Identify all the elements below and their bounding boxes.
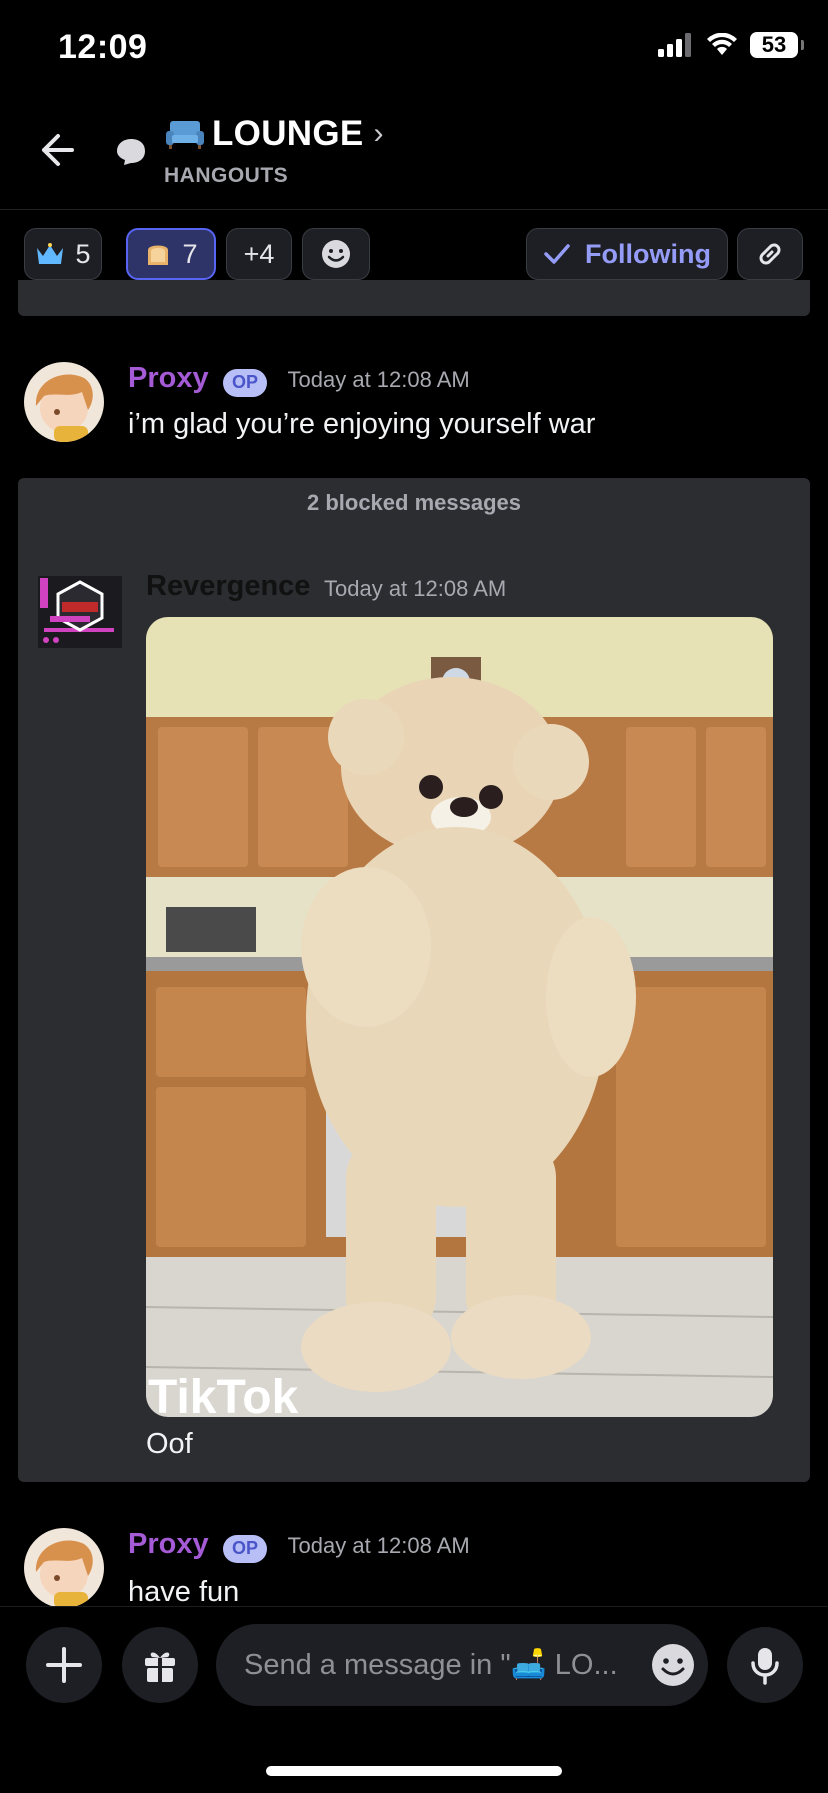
reaction-toast[interactable]: 7 (126, 228, 216, 280)
status-icons: 53 (658, 32, 804, 58)
message-timestamp: Today at 12:08 AM (287, 367, 470, 392)
wifi-icon (707, 33, 737, 55)
checkmark-icon (544, 244, 570, 264)
voice-message-button[interactable] (727, 1627, 803, 1703)
message-text[interactable]: i’m glad you’re enjoying yourself war (128, 408, 595, 441)
link-icon (759, 243, 781, 265)
author-name[interactable]: Proxy (128, 1528, 209, 1560)
toast-icon (148, 245, 169, 265)
plus-icon (46, 1647, 82, 1683)
microphone-icon (751, 1648, 779, 1685)
copy-link-button[interactable] (737, 228, 803, 280)
message-text[interactable]: Oof (146, 1428, 193, 1461)
emoji-icon[interactable] (650, 1642, 696, 1688)
more-reactions-chip[interactable]: +4 (226, 228, 292, 280)
avatar-image (38, 576, 122, 648)
more-reactions-label: +4 (243, 238, 275, 269)
blocked-messages-label[interactable]: 2 blocked messages (0, 490, 828, 516)
chevron-right-icon: › (373, 117, 384, 150)
avatar[interactable] (34, 572, 126, 652)
channel-title[interactable]: LOUNGE › (164, 114, 384, 154)
crown-icon (37, 243, 64, 264)
message-input-placeholder: Send a message in "🛋️ LO... (244, 1649, 618, 1681)
add-attachment-button[interactable] (26, 1627, 102, 1703)
gif-attachment[interactable]: TikTok (146, 617, 773, 1417)
message-header: Proxy OP Today at 12:08 AM (128, 362, 470, 397)
message-header: Proxy OP Today at 12:08 AM (128, 1528, 470, 1563)
reaction-crown[interactable]: 5 (24, 228, 102, 280)
channel-subtitle: HANGOUTS (164, 164, 289, 187)
following-label: Following (585, 238, 711, 269)
couch-icon (166, 121, 204, 149)
author-name[interactable]: Revergence (146, 570, 310, 603)
emoji-add-icon (322, 240, 350, 268)
dancing-bear-image: TikTok (146, 617, 773, 1417)
channel-name: LOUNGE (212, 114, 364, 153)
avatar-image (24, 1528, 104, 1608)
back-arrow-icon[interactable] (36, 130, 76, 170)
avatar[interactable] (24, 1528, 104, 1608)
op-badge: OP (223, 368, 268, 397)
reaction-count: 5 (75, 238, 91, 269)
message-timestamp: Today at 12:08 AM (287, 1533, 470, 1558)
add-reaction-button[interactable] (302, 228, 370, 280)
gift-icon (145, 1652, 175, 1682)
battery-icon: 53 (750, 32, 804, 58)
message-input[interactable]: Send a message in "🛋️ LO... (216, 1624, 708, 1706)
tiktok-watermark: TikTok (148, 1371, 299, 1417)
avatar-image (24, 362, 104, 442)
signal-icon (658, 33, 691, 57)
thread-icon (117, 139, 145, 165)
home-indicator (266, 1766, 562, 1776)
author-name[interactable]: Proxy (128, 362, 209, 394)
status-time: 12:09 (58, 28, 148, 66)
message-text[interactable]: have fun (128, 1576, 239, 1609)
gift-button[interactable] (122, 1627, 198, 1703)
blocked-messages-block-partial (18, 280, 810, 316)
following-button[interactable]: Following (526, 228, 728, 280)
header-divider (0, 209, 828, 210)
reaction-count: 7 (182, 238, 198, 269)
op-badge: OP (223, 1534, 268, 1563)
avatar[interactable] (24, 362, 104, 442)
message-timestamp: Today at 12:08 AM (324, 576, 507, 601)
